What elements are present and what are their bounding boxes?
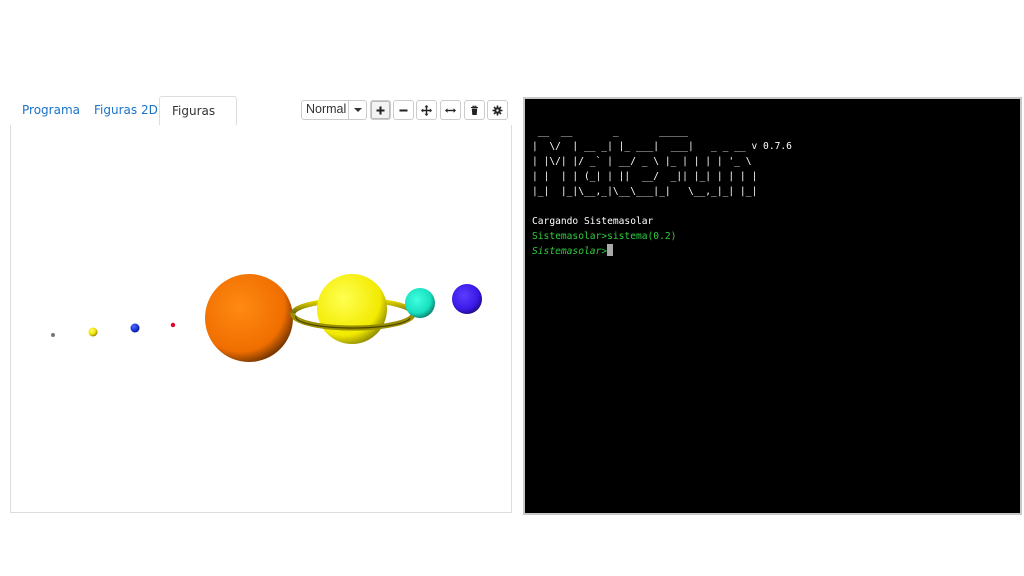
banner-line: | | | | (_| | || __/ _|| |_| | | | | [532, 171, 758, 182]
gray-dot-planet [51, 333, 55, 337]
terminal-output: __ __ _ _____ | \/ | __ _| |_ ___| ___| _… [532, 109, 792, 289]
banner-line: |_| |_|\__,_|\__\___|_| \__,_|_| |_| [532, 186, 758, 197]
trash-icon [471, 105, 478, 115]
plus-icon [376, 106, 385, 114]
terminal-console[interactable]: __ __ _ _____ | \/ | __ _| |_ ___| ___| _… [523, 97, 1022, 515]
command-text: sistema(0.2) [607, 231, 677, 242]
tab-programa[interactable]: Programa [10, 96, 92, 126]
loading-message: Cargando Sistemasolar [532, 216, 654, 227]
delete-button[interactable] [464, 100, 485, 120]
blue-small-planet [130, 323, 140, 333]
solar-system-scene [51, 274, 482, 362]
input-line: Sistemasolar> [532, 244, 792, 259]
mode-select-value: Normal [306, 102, 347, 116]
zoom-in-button[interactable] [370, 100, 391, 120]
active-prompt: Sistemasolar> [532, 246, 608, 257]
tab-figuras-3d[interactable]: Figuras 3D [159, 96, 237, 147]
yellow-small-planet [88, 327, 98, 337]
move-icon [421, 104, 432, 116]
ringed-planet [290, 274, 416, 344]
resize-horizontal-icon [445, 107, 456, 113]
minus-icon [399, 109, 408, 111]
tab-figuras-2d[interactable]: Figuras 2D [82, 96, 170, 126]
chevron-down-icon[interactable] [348, 101, 366, 119]
zoom-out-button[interactable] [393, 100, 414, 120]
banner-line: | \/ | __ _| |_ ___| ___| _ _ __ v 0.7.6 [532, 141, 792, 152]
mode-select[interactable]: Normal [301, 100, 367, 120]
command-prompt: Sistemasolar> [532, 231, 608, 242]
cyan-planet [405, 288, 435, 318]
3d-viewport[interactable] [10, 125, 512, 513]
text-cursor[interactable] [607, 244, 614, 256]
settings-button[interactable] [487, 100, 508, 120]
gear-icon [492, 105, 503, 115]
red-dot-planet [170, 322, 176, 328]
command-line: Sistemasolar>sistema(0.2) [532, 229, 792, 244]
pan-button[interactable] [416, 100, 437, 120]
fit-width-button[interactable] [440, 100, 461, 120]
banner-line: | |\/| |/ _` | __/ _ \ |_ | | | | '_ \ [532, 156, 752, 167]
indigo-planet [452, 284, 482, 314]
orange-giant-planet [205, 274, 293, 362]
banner-line: __ __ _ _____ [532, 126, 688, 137]
